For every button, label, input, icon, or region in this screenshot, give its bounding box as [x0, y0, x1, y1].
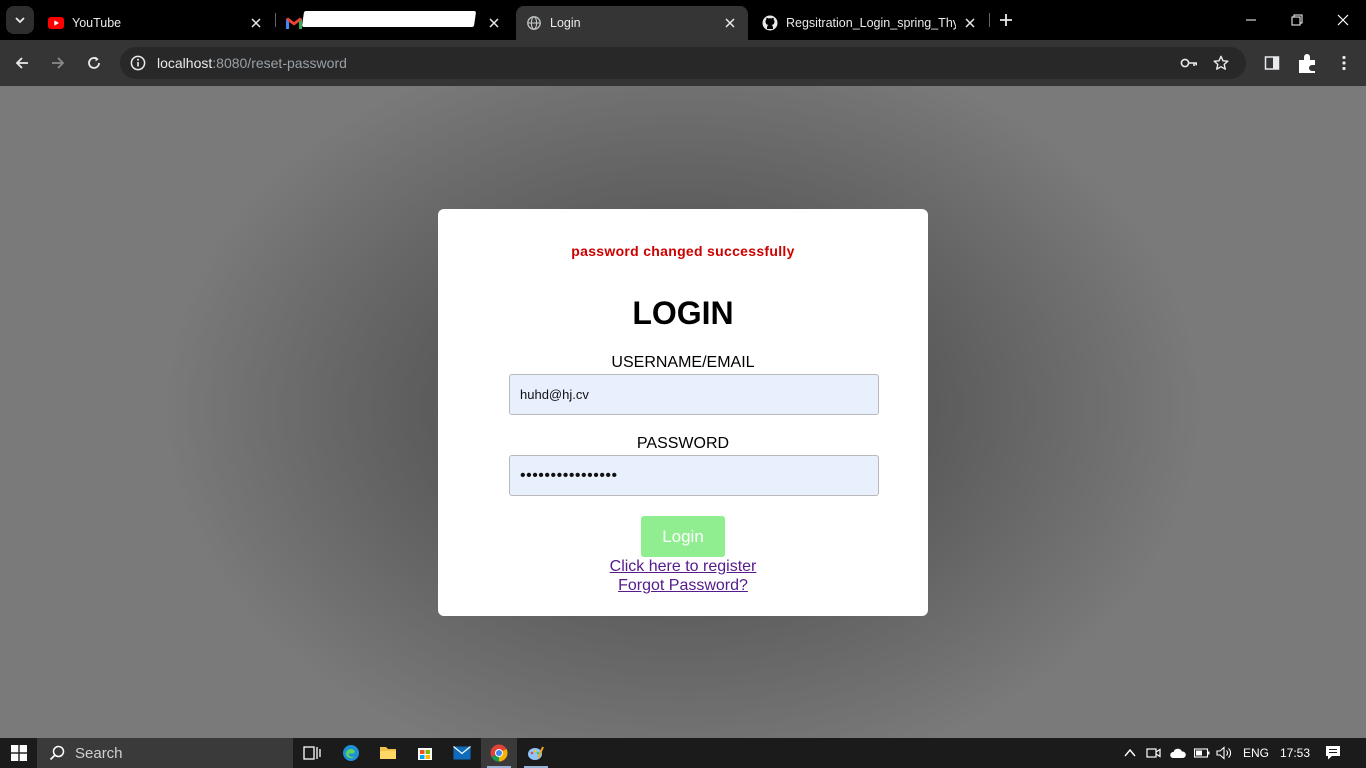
- folder-icon: [380, 747, 396, 759]
- tab-login[interactable]: Login: [516, 6, 748, 40]
- redaction-mark: [301, 11, 477, 27]
- volume-icon[interactable]: [1216, 745, 1232, 761]
- language-indicator[interactable]: ENG: [1243, 746, 1269, 760]
- url-path: :8080/reset-password: [212, 55, 347, 71]
- windows-icon: [10, 745, 27, 761]
- star-icon[interactable]: [1211, 53, 1231, 73]
- tab-title: Regsitration_Login_spring_Thym: [786, 16, 956, 30]
- forward-button[interactable]: [44, 49, 72, 77]
- tab-github[interactable]: Regsitration_Login_spring_Thym: [752, 6, 988, 40]
- side-panel-button[interactable]: [1258, 49, 1286, 77]
- login-button[interactable]: Login: [641, 516, 725, 557]
- register-link[interactable]: Click here to register: [438, 558, 928, 576]
- task-view-icon: [303, 746, 321, 760]
- task-view-button[interactable]: [294, 738, 330, 768]
- reload-button[interactable]: [80, 49, 108, 77]
- login-card: password changed successfully LOGIN USER…: [438, 209, 928, 616]
- store-icon: [418, 748, 432, 760]
- chevron-down-icon: [15, 17, 25, 24]
- tab-youtube[interactable]: YouTube: [38, 6, 274, 40]
- mail-icon: [453, 746, 471, 760]
- taskbar-paint[interactable]: [518, 738, 554, 768]
- chevron-up-icon[interactable]: [1122, 745, 1138, 761]
- plus-icon: [1000, 14, 1012, 26]
- close-icon[interactable]: [486, 15, 502, 31]
- address-bar[interactable]: localhost:8080/reset-password: [120, 47, 1246, 79]
- restore-icon: [1291, 14, 1303, 26]
- password-label: PASSWORD: [636, 435, 730, 452]
- browser-toolbar: localhost:8080/reset-password: [0, 40, 1366, 86]
- side-panel-icon: [1264, 56, 1280, 70]
- browser-tab-strip: YouTube Login Regsitration_Login_spring_…: [0, 0, 1366, 40]
- more-vert-icon: [1342, 55, 1346, 71]
- paint-icon: [528, 746, 544, 760]
- tab-separator: [989, 13, 990, 27]
- notification-icon[interactable]: [1325, 745, 1341, 761]
- close-icon: [1337, 14, 1349, 26]
- taskbar-search[interactable]: Search: [37, 738, 293, 768]
- gmail-icon: [286, 15, 302, 31]
- taskbar-chrome[interactable]: [481, 738, 517, 768]
- windows-taskbar: Search ENG 17:53: [0, 738, 1366, 768]
- start-button[interactable]: [0, 738, 37, 768]
- clock-time[interactable]: 17:53: [1280, 746, 1310, 760]
- new-tab-button[interactable]: [996, 10, 1016, 30]
- key-icon[interactable]: [1179, 53, 1199, 73]
- battery-icon[interactable]: [1194, 745, 1210, 761]
- search-placeholder: Search: [75, 744, 123, 762]
- reload-icon: [88, 56, 100, 69]
- back-button[interactable]: [8, 49, 36, 77]
- username-input[interactable]: [509, 374, 879, 415]
- globe-icon: [526, 15, 542, 31]
- puzzle-icon: [1299, 54, 1315, 73]
- chrome-icon: [490, 744, 508, 762]
- meet-icon[interactable]: [1146, 745, 1162, 761]
- extensions-button[interactable]: [1293, 49, 1321, 77]
- github-icon: [762, 15, 778, 31]
- page-title: LOGIN: [632, 295, 734, 331]
- taskbar-edge[interactable]: [333, 738, 369, 768]
- info-icon[interactable]: [128, 53, 148, 73]
- success-message: password changed successfully: [571, 243, 795, 259]
- taskbar-store[interactable]: [407, 738, 443, 768]
- onedrive-icon[interactable]: [1170, 745, 1186, 761]
- taskbar-mail[interactable]: [444, 738, 480, 768]
- close-window-button[interactable]: [1320, 0, 1366, 40]
- arrow-left-icon: [15, 57, 28, 69]
- page-viewport: password changed successfully LOGIN USER…: [0, 86, 1366, 738]
- taskbar-file-explorer[interactable]: [370, 738, 406, 768]
- tab-search-button[interactable]: [6, 6, 34, 34]
- password-input[interactable]: [509, 455, 879, 496]
- close-icon[interactable]: [962, 15, 978, 31]
- minimize-icon: [1246, 19, 1256, 21]
- tab-title: YouTube: [72, 16, 122, 30]
- url-host: localhost: [157, 55, 213, 71]
- menu-button[interactable]: [1330, 49, 1358, 77]
- forgot-password-link[interactable]: Forgot Password?: [438, 577, 928, 595]
- close-icon[interactable]: [248, 15, 264, 31]
- minimize-button[interactable]: [1228, 0, 1274, 40]
- tab-title: Login: [550, 16, 581, 30]
- youtube-icon: [48, 15, 64, 31]
- close-icon[interactable]: [722, 15, 738, 31]
- restore-button[interactable]: [1274, 0, 1320, 40]
- url-text[interactable]: localhost:8080/reset-password: [157, 55, 347, 71]
- edge-icon: [343, 745, 359, 761]
- username-label: USERNAME/EMAIL: [611, 354, 755, 371]
- arrow-right-icon: [52, 57, 65, 69]
- search-icon: [49, 745, 65, 761]
